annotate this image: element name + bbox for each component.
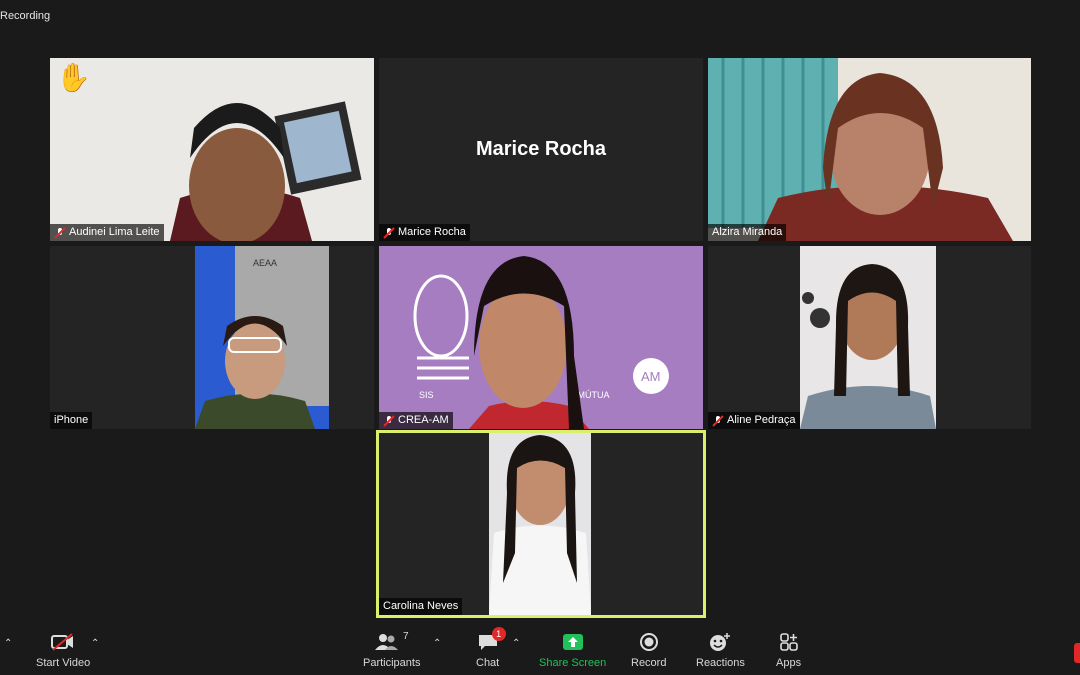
participant-name: iPhone: [54, 414, 89, 426]
participant-video: [708, 58, 1031, 241]
video-tile-audinei[interactable]: ✋ Audinei Lima Leite: [50, 58, 374, 241]
video-tile-carolina[interactable]: Carolina Neves: [376, 430, 706, 618]
chat-label: Chat: [476, 657, 500, 669]
participant-name-tag: Marice Rocha: [379, 224, 470, 241]
record-icon: [639, 631, 659, 653]
participant-name: Alzira Miranda: [712, 226, 783, 238]
video-tile-aline[interactable]: Aline Pedraça: [708, 246, 1031, 429]
reactions-button[interactable]: Reactions: [696, 631, 745, 669]
video-options-caret[interactable]: ⌃: [91, 638, 99, 649]
share-screen-button[interactable]: Share Screen: [539, 631, 606, 669]
video-off-icon: [51, 631, 75, 653]
start-video-label: Start Video: [36, 657, 91, 669]
video-tile-alzira[interactable]: Alzira Miranda: [708, 58, 1031, 241]
participants-button[interactable]: 7 Participants: [363, 631, 420, 669]
participant-video: [489, 433, 591, 615]
chat-icon: 1: [478, 627, 506, 653]
participants-count: 7: [402, 631, 409, 642]
chat-button[interactable]: 1 Chat: [476, 627, 506, 669]
participant-name-tag: CREA-AM: [379, 412, 453, 429]
chat-unread-badge: 1: [491, 627, 506, 641]
end-meeting-button-edge[interactable]: [1074, 643, 1080, 663]
reactions-icon: [709, 631, 731, 653]
apps-icon: [779, 631, 799, 653]
plaque-text: AEAA: [253, 258, 277, 268]
participant-name-tag: Audinei Lima Leite: [50, 224, 164, 241]
raised-hand-icon: ✋: [56, 62, 91, 93]
start-video-button[interactable]: Start Video: [36, 631, 90, 669]
meeting-toolbar: ⌃ Start Video ⌃ 7 Participants ⌃ 1 Chat …: [0, 625, 1080, 675]
mic-muted-icon: [383, 414, 395, 427]
reactions-label: Reactions: [696, 657, 745, 669]
video-tile-iphone[interactable]: AEAA iPhone: [50, 246, 374, 429]
mic-muted-icon: [712, 414, 724, 427]
apps-button[interactable]: Apps: [776, 631, 801, 669]
participant-name-tag: iPhone: [50, 412, 93, 429]
participant-name: Aline Pedraça: [727, 414, 796, 426]
video-tile-marice[interactable]: Marice Rocha Marice Rocha: [379, 58, 703, 241]
participant-video: AEAA: [195, 246, 329, 429]
participant-name-tag: Aline Pedraça: [708, 412, 800, 429]
record-button[interactable]: Record: [631, 631, 666, 669]
participants-options-caret[interactable]: ⌃: [433, 638, 441, 649]
participant-video: [800, 246, 936, 429]
participant-name-tag: Carolina Neves: [379, 598, 463, 615]
participant-video: [50, 58, 374, 241]
participant-name: Carolina Neves: [383, 600, 459, 612]
share-screen-icon: [562, 631, 584, 653]
recording-indicator: Recording: [0, 10, 51, 22]
mic-muted-icon: [383, 226, 395, 239]
participant-name-tag: Alzira Miranda: [708, 224, 787, 241]
participants-label: Participants: [363, 657, 421, 669]
record-label: Record: [631, 657, 667, 669]
crea-sub-text: SIS: [419, 390, 434, 400]
participant-name: Marice Rocha: [398, 226, 466, 238]
participant-name: Audinei Lima Leite: [69, 226, 160, 238]
crea-logo-text: AM: [641, 369, 661, 384]
chat-options-caret[interactable]: ⌃: [512, 638, 520, 649]
participants-icon: 7: [374, 631, 409, 653]
participant-display-name: Marice Rocha: [475, 138, 607, 160]
mic-muted-icon: [54, 226, 66, 239]
video-tile-crea-am[interactable]: AM SIS E MÚTUA CREA-AM: [379, 246, 703, 429]
audio-options-caret[interactable]: ⌃: [4, 638, 12, 649]
participant-video: AM SIS E MÚTUA: [379, 246, 703, 429]
apps-label: Apps: [776, 657, 802, 669]
share-screen-label: Share Screen: [539, 657, 607, 669]
participant-name: CREA-AM: [398, 414, 449, 426]
